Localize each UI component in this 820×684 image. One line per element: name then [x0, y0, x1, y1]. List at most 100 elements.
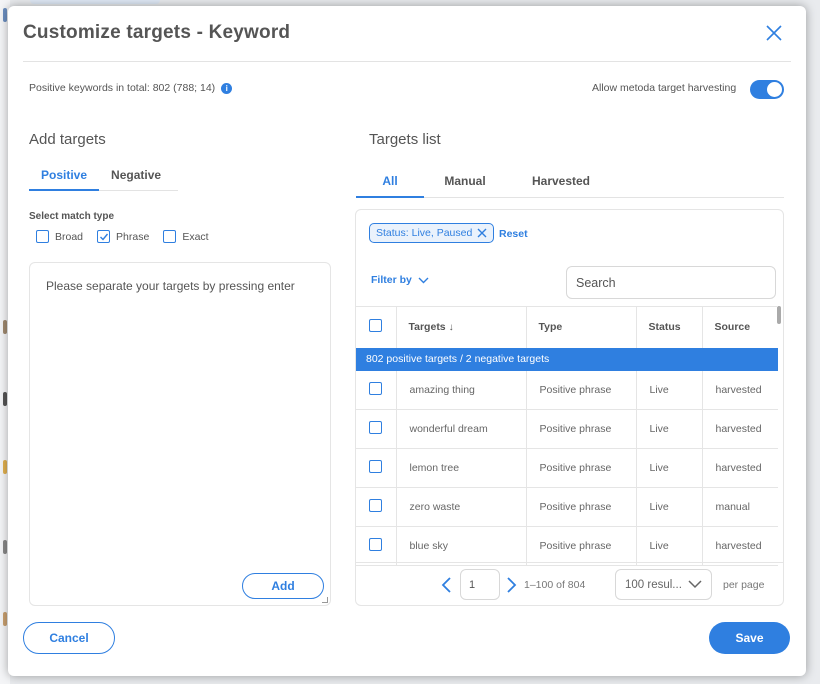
- customize-targets-dialog: Customize targets - Keyword Positive key…: [8, 6, 806, 676]
- chevron-down-icon: [688, 580, 702, 589]
- tab-harvested[interactable]: Harvested: [506, 174, 616, 197]
- source-cell: harvested: [702, 526, 778, 566]
- row-select-cell: [356, 448, 397, 488]
- cancel-button[interactable]: Cancel: [23, 622, 115, 654]
- tab-manual[interactable]: Manual: [424, 174, 506, 197]
- targets-textarea[interactable]: Please separate your targets by pressing…: [29, 262, 331, 606]
- chevron-down-icon: [418, 277, 429, 283]
- harvest-label: Allow metoda target harvesting: [592, 82, 737, 94]
- status-cell: Live: [636, 370, 703, 410]
- dialog-title: Customize targets - Keyword: [23, 22, 291, 43]
- status-cell: Live: [636, 448, 703, 488]
- broad-checkbox[interactable]: [36, 230, 49, 243]
- source-cell: harvested: [702, 370, 778, 410]
- row-select-cell: [356, 487, 397, 527]
- status-cell: Live: [636, 526, 703, 566]
- info-icon[interactable]: i: [221, 82, 233, 94]
- match-exact[interactable]: Exact: [163, 230, 209, 243]
- filter-by-dropdown[interactable]: Filter by: [371, 274, 429, 286]
- targets-column-header[interactable]: Targets ↓: [396, 306, 527, 348]
- row-checkbox[interactable]: [369, 381, 382, 395]
- page-range: 1–100 of 804: [524, 579, 586, 591]
- target-cell: zero waste: [396, 487, 527, 527]
- row-checkbox[interactable]: [369, 460, 382, 473]
- chevron-left-icon[interactable]: [440, 577, 452, 593]
- targets-table: Targets ↓ Type Status Source 802 positive…: [356, 306, 778, 566]
- tab-all[interactable]: All: [356, 174, 424, 198]
- add-button[interactable]: Add: [242, 573, 324, 599]
- match-type-label: Select match type: [29, 211, 115, 222]
- row-checkbox[interactable]: [369, 421, 382, 434]
- row-select-cell: [356, 370, 397, 410]
- target-cell: blue sky: [396, 526, 527, 566]
- status-filter-chip-label: Status: Live, Paused: [376, 227, 473, 239]
- tab-positive[interactable]: Positive: [29, 168, 100, 191]
- harvest-toggle[interactable]: [750, 80, 784, 99]
- status-filter-chip: Status: Live, Paused: [369, 223, 495, 243]
- targets-column-label: Targets: [408, 321, 446, 334]
- source-cell: harvested: [702, 448, 778, 488]
- table-header-row: Targets ↓ Type Status Source: [356, 306, 778, 348]
- reset-link[interactable]: Reset: [499, 228, 528, 240]
- page-size-select[interactable]: 100 resul...: [615, 569, 712, 600]
- broad-label: Broad: [55, 230, 84, 243]
- table-row[interactable]: lemon tree Positive phrase Live harveste…: [356, 448, 778, 488]
- table-row[interactable]: wonderful dream Positive phrase Live har…: [356, 409, 778, 449]
- add-targets-heading: Add targets: [29, 131, 106, 148]
- select-all-cell: [356, 306, 397, 348]
- target-cell: wonderful dream: [396, 409, 527, 449]
- exact-label: Exact: [182, 230, 209, 243]
- resize-handle[interactable]: [322, 597, 328, 603]
- positive-total-text: Positive keywords in total: 802 (788; 14…: [29, 82, 216, 94]
- page-number-input[interactable]: [460, 569, 500, 600]
- page-size-value: 100 resul...: [625, 578, 682, 591]
- type-cell: Positive phrase: [526, 487, 637, 527]
- table-row[interactable]: blue sky Positive phrase Live harvested: [356, 526, 778, 566]
- exact-checkbox[interactable]: [163, 230, 177, 243]
- status-cell: Live: [636, 409, 703, 449]
- positive-total: Positive keywords in total: 802 (788; 14…: [29, 82, 233, 94]
- targets-list-heading: Targets list: [369, 131, 441, 148]
- phrase-checkbox[interactable]: [97, 230, 111, 243]
- row-select-cell: [356, 409, 397, 449]
- save-button[interactable]: Save: [709, 622, 790, 654]
- source-cell: manual: [702, 487, 778, 527]
- table-row[interactable]: zero waste Positive phrase Live manual: [356, 487, 778, 527]
- chevron-right-icon[interactable]: [506, 577, 518, 593]
- target-cell: lemon tree: [396, 448, 527, 488]
- source-cell: harvested: [702, 409, 778, 449]
- type-cell: Positive phrase: [526, 448, 637, 488]
- status-cell: Live: [636, 487, 703, 527]
- add-targets-tabs: Positive Negative: [29, 168, 178, 191]
- select-all-checkbox[interactable]: [369, 319, 382, 333]
- pagination: 1–100 of 804 100 resul... per page: [356, 562, 783, 605]
- row-select-cell: [356, 526, 397, 566]
- close-icon[interactable]: [764, 23, 784, 43]
- targets-list-tabs: All Manual Harvested: [356, 174, 784, 198]
- per-page-label: per page: [723, 579, 765, 591]
- row-checkbox[interactable]: [369, 499, 382, 512]
- background-tab: [30, 0, 160, 4]
- textarea-placeholder: Please separate your targets by pressing…: [46, 279, 295, 293]
- type-cell: Positive phrase: [526, 409, 637, 449]
- table-row[interactable]: amazing thing Positive phrase Live harve…: [356, 370, 778, 410]
- source-column-header[interactable]: Source: [702, 306, 778, 348]
- type-column-header[interactable]: Type: [526, 306, 637, 348]
- type-cell: Positive phrase: [526, 370, 637, 410]
- targets-list-panel: Status: Live, Paused Reset Filter by Tar…: [355, 209, 784, 606]
- type-cell: Positive phrase: [526, 526, 637, 566]
- search-input[interactable]: [566, 266, 776, 299]
- filter-by-label: Filter by: [371, 274, 412, 286]
- check-icon: [99, 233, 108, 241]
- summary-banner-row: 802 positive targets / 2 negative target…: [356, 347, 778, 371]
- sort-arrow-icon: ↓: [448, 322, 454, 334]
- phrase-label: Phrase: [116, 230, 150, 243]
- remove-filter-icon[interactable]: [477, 228, 487, 238]
- target-cell: amazing thing: [396, 370, 527, 410]
- status-column-header[interactable]: Status: [636, 306, 703, 348]
- match-phrase[interactable]: Phrase: [97, 230, 149, 243]
- match-type-group: Broad Phrase Exact: [36, 230, 209, 243]
- row-checkbox[interactable]: [369, 538, 382, 551]
- match-broad[interactable]: Broad: [36, 230, 83, 243]
- tab-negative[interactable]: Negative: [99, 168, 173, 190]
